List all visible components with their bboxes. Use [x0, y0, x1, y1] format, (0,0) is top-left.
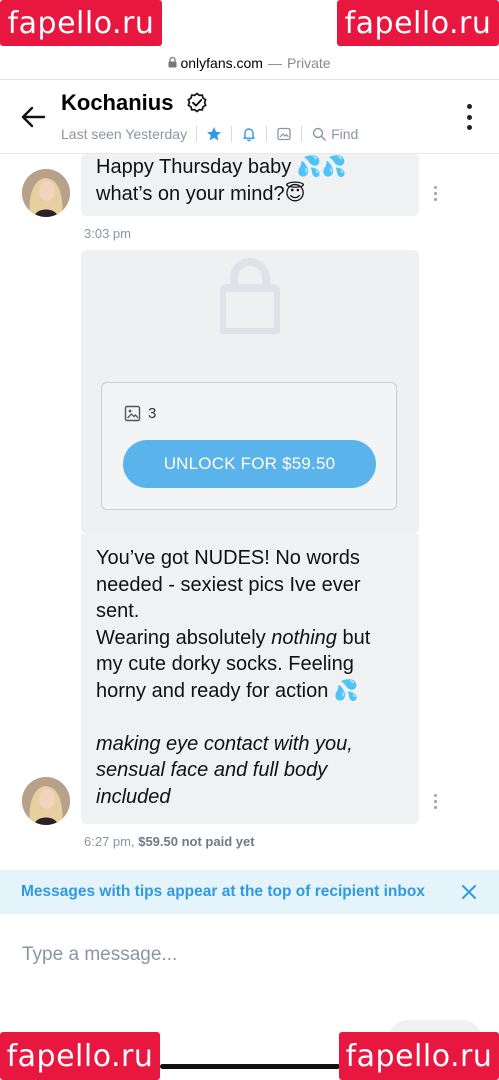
locked-media: 3 UNLOCK FOR $59.50 — [81, 250, 419, 534]
url-separator: — — [267, 54, 282, 71]
message-line: Happy Thursday baby 💦💦 — [96, 156, 347, 178]
message-text-part: Wearing absolutely — [96, 626, 272, 649]
home-indicator — [160, 1064, 340, 1069]
chat-header: Kochanius Last seen Yesterday Find — [0, 80, 499, 154]
message-text-emphasis: nothing — [271, 626, 337, 649]
avatar[interactable] — [22, 169, 70, 217]
close-icon[interactable] — [460, 883, 478, 901]
browsing-mode: Private — [286, 54, 331, 71]
message-time: 3:03 pm — [84, 226, 131, 241]
message-text-italic: making eye contact with you, sensual fac… — [96, 732, 353, 808]
find-label: Find — [331, 126, 359, 142]
avatar-image — [22, 777, 70, 825]
watermark-badge: fapello.ru — [337, 0, 499, 46]
message-bubble: You’ve got NUDES! No words needed - sexi… — [81, 534, 419, 824]
avatar[interactable] — [22, 777, 70, 825]
watermark-badge: fapello.ru — [339, 1032, 499, 1080]
verified-icon — [187, 92, 207, 113]
star-icon[interactable] — [206, 126, 222, 142]
payment-status: $59.50 not paid yet — [138, 834, 255, 849]
message-more-icon[interactable] — [434, 794, 438, 809]
message-time: 6:27 pm, — [84, 834, 135, 849]
url-domain: onlyfans.com — [180, 54, 263, 71]
unlock-button[interactable]: UNLOCK FOR $59.50 — [123, 440, 376, 488]
divider — [231, 126, 233, 142]
browser-url-bar[interactable]: onlyfans.com — Private — [0, 46, 499, 80]
lock-icon — [220, 258, 280, 334]
divider — [266, 126, 268, 142]
message-text: You’ve got NUDES! No words needed - sexi… — [96, 547, 361, 622]
find-button[interactable]: Find — [311, 126, 358, 142]
unlock-panel: 3 UNLOCK FOR $59.50 — [101, 382, 397, 510]
tips-banner-text: Messages with tips appear at the top of … — [21, 883, 425, 900]
image-icon — [124, 405, 141, 422]
back-arrow-icon[interactable] — [18, 102, 48, 132]
search-icon — [312, 127, 326, 141]
last-seen-status: Last seen Yesterday — [61, 126, 188, 142]
message-text: Wearing absolutely nothing but my cute d… — [96, 625, 399, 705]
chat-subheader: Last seen Yesterday Find — [61, 126, 358, 142]
message-line: what’s on your mind?😇 — [96, 182, 306, 205]
watermark-badge: fapello.ru — [0, 0, 162, 46]
bell-icon[interactable] — [241, 126, 257, 142]
message-bubble: Happy Thursday baby 💦💦 what’s on your mi… — [81, 154, 419, 216]
divider — [196, 126, 198, 142]
media-count-value: 3 — [148, 405, 157, 422]
lock-icon — [168, 57, 177, 68]
image-icon[interactable] — [276, 126, 292, 142]
contact-name[interactable]: Kochanius — [61, 90, 173, 116]
media-count: 3 — [124, 405, 156, 422]
divider — [301, 126, 303, 142]
watermark-badge: fapello.ru — [0, 1032, 160, 1080]
message-meta: 6:27 pm, $59.50 not paid yet — [84, 834, 255, 849]
tips-banner: Messages with tips appear at the top of … — [0, 870, 499, 914]
message-input[interactable] — [0, 925, 499, 985]
message-more-icon[interactable] — [434, 186, 438, 201]
avatar-image — [22, 169, 70, 217]
more-icon[interactable] — [467, 104, 473, 130]
